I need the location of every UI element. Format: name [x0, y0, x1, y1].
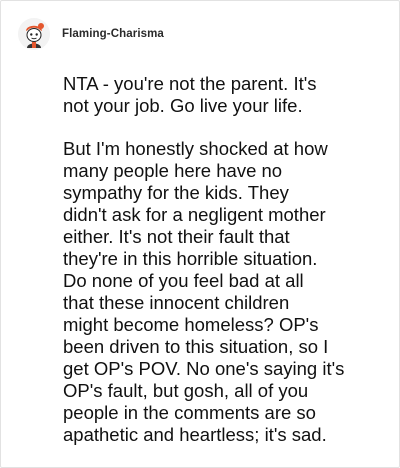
comment-body: NTA - you're not the parent. It's not yo… — [63, 73, 383, 467]
avatar-icon[interactable] — [18, 18, 50, 50]
comment-paragraph: NTA - you're not the parent. It's not yo… — [63, 73, 317, 116]
comment-card: Flaming-Charisma NTA - you're not the pa… — [0, 0, 400, 468]
username[interactable]: Flaming-Charisma — [62, 28, 164, 40]
comment-header: Flaming-Charisma — [18, 17, 164, 51]
comment-paragraph: But I'm honestly shocked at how many peo… — [63, 138, 345, 445]
